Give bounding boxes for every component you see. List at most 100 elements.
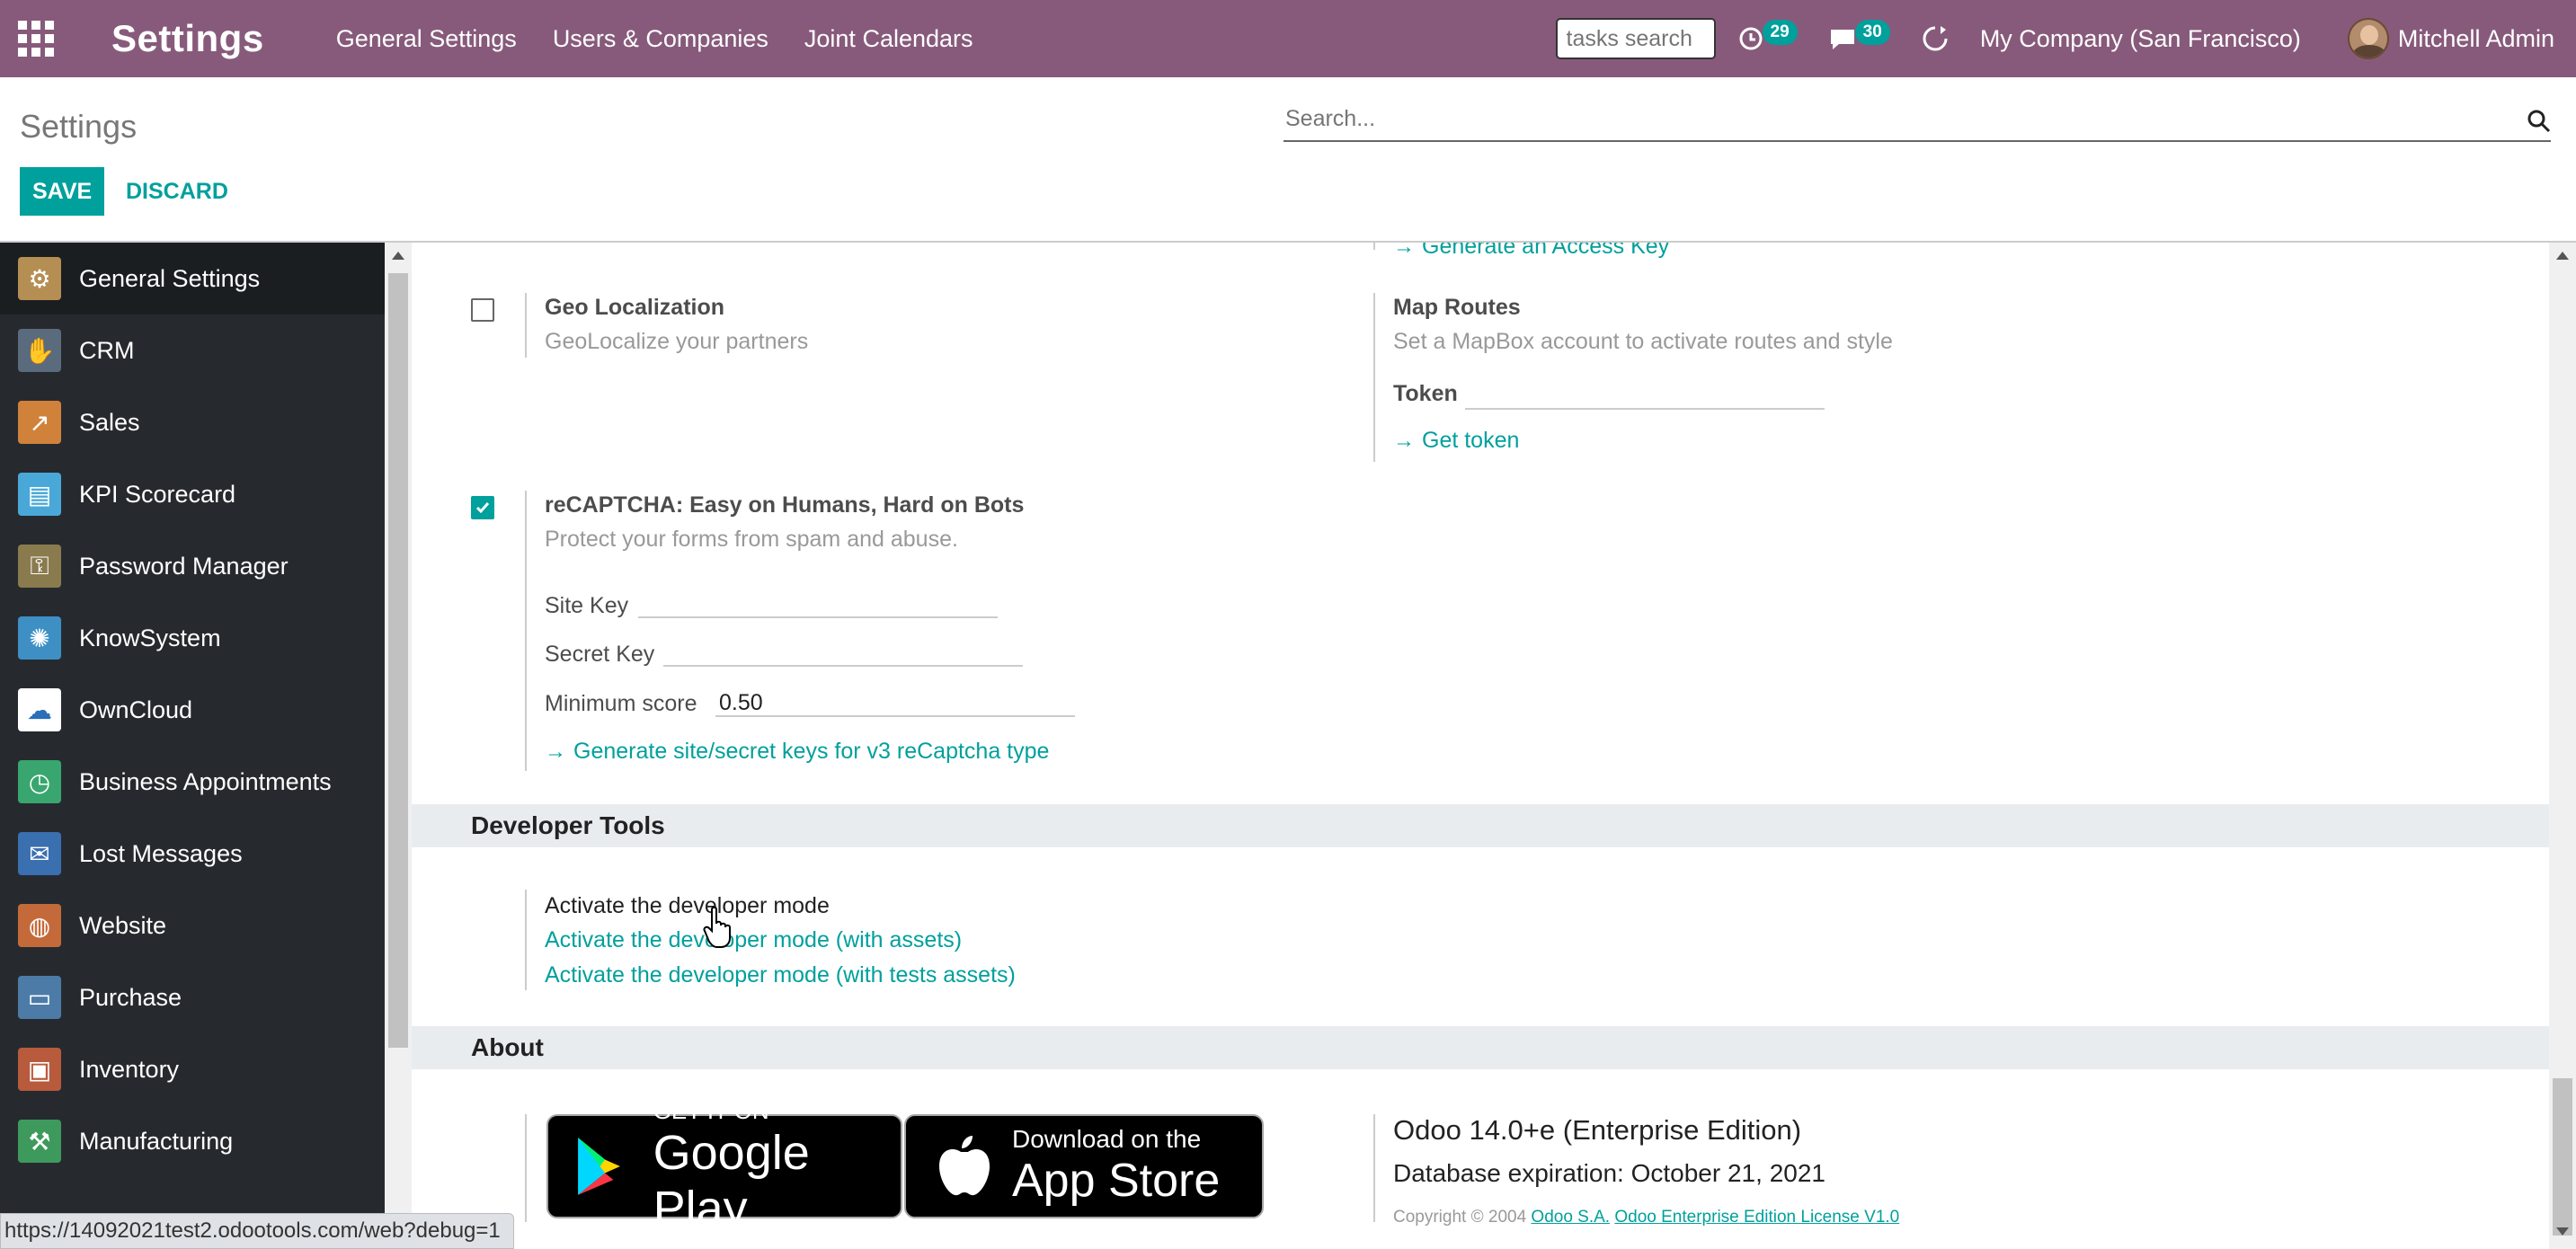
menu-users-companies[interactable]: Users & Companies (553, 25, 768, 53)
refresh-button[interactable] (1921, 24, 1950, 53)
clock-icon (1739, 27, 1763, 50)
menu-joint-calendars[interactable]: Joint Calendars (804, 25, 973, 53)
sidebar-scrollbar-thumb[interactable] (388, 273, 408, 1048)
sidebar-item-label: General Settings (79, 264, 261, 292)
key-icon: ⚿ (18, 545, 61, 588)
app-store-bottom-text: App Store (1012, 1155, 1221, 1207)
minimum-score-input[interactable]: 0.50 (715, 687, 1075, 717)
secret-key-input[interactable] (663, 636, 1023, 667)
handshake-icon: ✋ (18, 329, 61, 372)
search-input[interactable] (1284, 105, 2497, 132)
tasks-search-input[interactable] (1555, 18, 1716, 59)
token-input[interactable] (1465, 379, 1825, 410)
activate-developer-mode-link[interactable]: Activate the developer mode (545, 893, 830, 919)
sidebar-item-label: Inventory (79, 1055, 180, 1083)
search-icon[interactable] (2526, 108, 2551, 133)
divider (525, 1114, 527, 1222)
divider (1373, 293, 1375, 462)
scroll-up-arrow-icon[interactable] (392, 252, 404, 260)
sidebar-item-lost-messages[interactable]: ✉ Lost Messages (0, 818, 385, 890)
app-store-badge[interactable]: Download on the App Store (904, 1114, 1264, 1218)
divider (525, 293, 527, 358)
map-routes-desc: Set a MapBox account to activate routes … (1393, 329, 1893, 354)
globe-icon: ◍ (18, 904, 61, 947)
sidebar-item-website[interactable]: ◍ Website (0, 890, 385, 961)
sidebar-item-crm[interactable]: ✋ CRM (0, 314, 385, 386)
apple-icon (939, 1136, 990, 1196)
gear-icon: ⚙ (18, 257, 61, 300)
activity-button[interactable]: 29 (1737, 20, 1798, 52)
sidebar-item-knowsystem[interactable]: ✺ KnowSystem (0, 602, 385, 674)
odoo-version: Odoo 14.0+e (Enterprise Edition) (1393, 1114, 1802, 1146)
license-link[interactable]: Odoo Enterprise Edition License V1.0 (1614, 1208, 1899, 1227)
discard-button[interactable]: DISCARD (124, 167, 230, 216)
app-store-top-text: Download on the (1012, 1125, 1202, 1153)
search-bar (1284, 97, 2551, 142)
sidebar-item-owncloud[interactable]: ☁ OwnCloud (0, 674, 385, 746)
menu-general-settings[interactable]: General Settings (336, 25, 517, 53)
chart-line-icon: ↗ (18, 401, 61, 444)
sidebar-item-inventory[interactable]: ▣ Inventory (0, 1033, 385, 1105)
sidebar-item-label: Sales (79, 408, 140, 436)
divider (525, 890, 527, 990)
settings-sidebar: ⚙ General Settings ✋ CRM ↗ Sales ▤ KPI Scorecar… (0, 243, 385, 1249)
sidebar-item-password-manager[interactable]: ⚿ Password Manager (0, 530, 385, 602)
odoo-sa-link[interactable]: Odoo S.A. (1531, 1208, 1610, 1227)
recaptcha-desc: Protect your forms from spam and abuse. (545, 527, 958, 552)
geo-localization-checkbox[interactable] (471, 298, 494, 322)
google-play-top-text: GET IT ON (653, 1096, 769, 1124)
generate-access-key-link[interactable]: → Generate an Access Key (1393, 243, 1669, 260)
status-bar-url: https://14092021test2.odootools.com/web?… (0, 1213, 514, 1249)
save-button[interactable]: SAVE (20, 167, 105, 216)
database-expiration: Database expiration: October 21, 2021 (1393, 1159, 1825, 1187)
copyright-notice: Copyright © 2004 Odoo S.A. Odoo Enterpri… (1393, 1208, 1900, 1227)
geo-localization-desc: GeoLocalize your partners (545, 329, 809, 354)
hand-pointer-icon (703, 906, 731, 948)
sidebar-item-kpi-scorecard[interactable]: ▤ KPI Scorecard (0, 458, 385, 530)
sidebar-item-purchase[interactable]: ▭ Purchase (0, 961, 385, 1033)
apps-menu-icon[interactable] (16, 19, 56, 58)
chat-icon (1830, 30, 1854, 49)
activate-developer-mode-tests-link[interactable]: Activate the developer mode (with tests … (545, 962, 1016, 988)
box-icon: ▣ (18, 1048, 61, 1091)
sidebar-item-label: Purchase (79, 983, 182, 1011)
user-menu[interactable]: Mitchell Admin (2398, 25, 2554, 53)
scroll-down-arrow-icon[interactable] (2556, 1227, 2569, 1236)
messages-button[interactable]: 30 (1828, 20, 1890, 52)
messages-count-badge: 30 (1854, 20, 1890, 45)
sidebar-item-business-appointments[interactable]: ◷ Business Appointments (0, 746, 385, 818)
sidebar-item-manufacturing[interactable]: ⚒ Manufacturing (0, 1105, 385, 1177)
refresh-icon (1923, 26, 1948, 51)
sidebar-item-sales[interactable]: ↗ Sales (0, 386, 385, 458)
clock-icon: ◷ (18, 760, 61, 803)
activate-developer-mode-assets-link[interactable]: Activate the developer mode (with assets… (545, 927, 962, 953)
control-panel: Settings SAVE DISCARD (0, 77, 2576, 243)
user-avatar[interactable] (2347, 18, 2389, 59)
geo-localization-title: Geo Localization (545, 295, 725, 320)
recaptcha-checkbox[interactable] (471, 496, 494, 519)
sidebar-item-label: CRM (79, 336, 135, 364)
scroll-up-arrow-icon[interactable] (2556, 252, 2569, 260)
checkmark-icon (475, 502, 490, 514)
scorecard-icon: ▤ (18, 473, 61, 516)
activity-count-badge: 29 (1762, 20, 1798, 45)
developer-tools-heading: Developer Tools (412, 804, 2549, 847)
get-token-link[interactable]: → Get token (1393, 428, 1519, 454)
sidebar-item-label: Lost Messages (79, 839, 243, 867)
site-key-input[interactable] (638, 588, 998, 618)
arrow-right-icon: → (1393, 428, 1415, 453)
settings-content: → Generate an Access Key Geo Localizatio… (412, 243, 2549, 1249)
sidebar-item-label: Password Manager (79, 552, 289, 580)
site-key-label: Site Key (545, 593, 629, 618)
sidebar-item-label: OwnCloud (79, 695, 193, 723)
google-play-badge[interactable]: GET IT ON Google Play (546, 1097, 902, 1236)
generate-recaptcha-keys-link[interactable]: → Generate site/secret keys for v3 reCap… (545, 739, 1049, 765)
content-scrollbar-thumb[interactable] (2553, 1078, 2572, 1236)
sidebar-item-general-settings[interactable]: ⚙ General Settings (0, 243, 385, 314)
google-play-bottom-text: Google Play (653, 1125, 810, 1236)
recaptcha-title: reCAPTCHA: Easy on Humans, Hard on Bots (545, 492, 1025, 518)
divider (525, 491, 527, 771)
company-switcher[interactable]: My Company (San Francisco) (1980, 25, 2301, 53)
arrow-right-icon: → (1393, 243, 1415, 259)
wrench-icon: ⚒ (18, 1120, 61, 1163)
